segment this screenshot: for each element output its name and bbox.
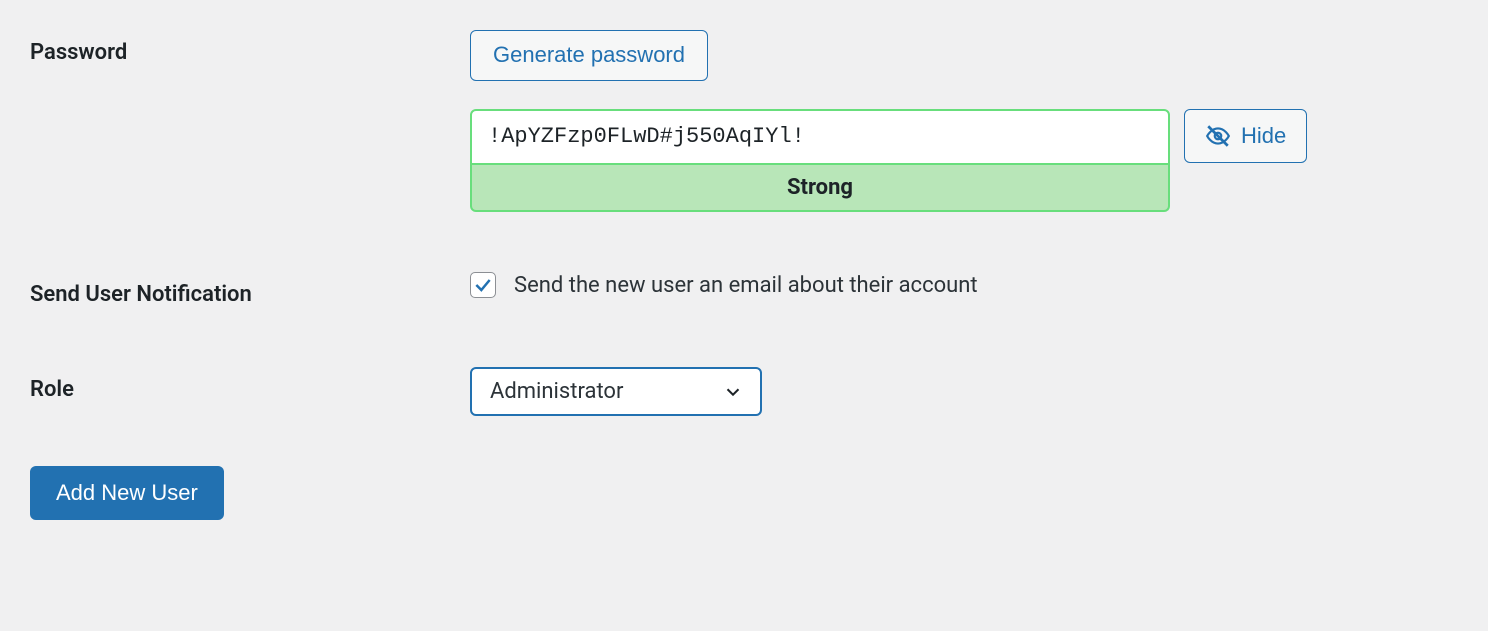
password-label: Password bbox=[30, 30, 470, 65]
role-selected-value: Administrator bbox=[490, 379, 623, 404]
password-input-wrap: Strong Hide bbox=[470, 109, 1307, 213]
chevron-down-icon bbox=[722, 381, 744, 403]
notification-checkbox-label: Send the new user an email about their a… bbox=[514, 273, 978, 298]
notification-checkbox-wrap: Send the new user an email about their a… bbox=[470, 272, 978, 298]
hide-password-button[interactable]: Hide bbox=[1184, 109, 1307, 164]
password-strength-meter: Strong bbox=[470, 165, 1170, 212]
notification-row: Send User Notification Send the new user… bbox=[30, 272, 1458, 307]
hide-button-label: Hide bbox=[1241, 122, 1286, 151]
password-row: Password Generate password Strong Hide bbox=[30, 30, 1458, 212]
add-user-form: Password Generate password Strong Hide bbox=[0, 0, 1488, 550]
add-new-user-button[interactable]: Add New User bbox=[30, 466, 224, 520]
password-input[interactable] bbox=[470, 109, 1170, 166]
notification-field: Send the new user an email about their a… bbox=[470, 272, 1458, 298]
role-label: Role bbox=[30, 367, 470, 402]
role-select[interactable]: Administrator bbox=[470, 367, 762, 416]
role-field: Administrator bbox=[470, 367, 1458, 416]
generate-password-button[interactable]: Generate password bbox=[470, 30, 708, 81]
check-icon bbox=[473, 275, 493, 295]
role-row: Role Administrator bbox=[30, 367, 1458, 416]
password-box: Strong bbox=[470, 109, 1170, 213]
password-field: Generate password Strong Hide bbox=[470, 30, 1458, 212]
notification-label: Send User Notification bbox=[30, 272, 470, 307]
eye-slash-icon bbox=[1205, 123, 1231, 149]
notification-checkbox[interactable] bbox=[470, 272, 496, 298]
